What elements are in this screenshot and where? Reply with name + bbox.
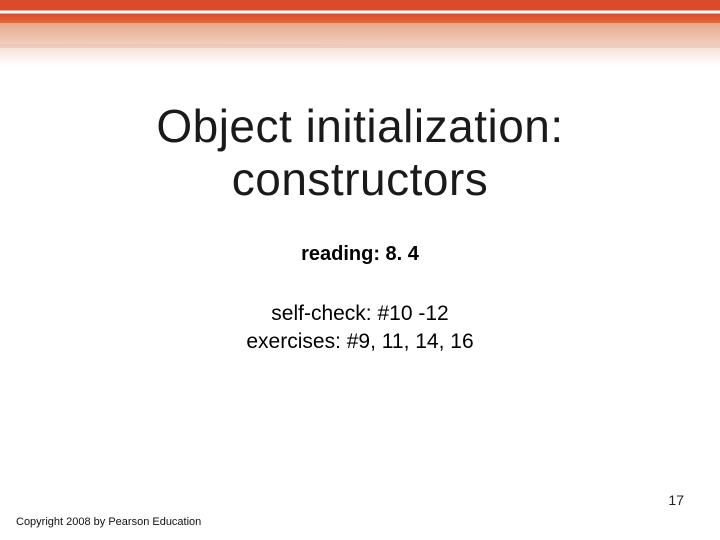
exercises-label: exercises: #9, 11, 14, 16 <box>0 330 720 354</box>
slide-title: Object initialization: constructors <box>0 100 720 206</box>
copyright-text: Copyright 2008 by Pearson Education <box>16 516 201 528</box>
decorative-top-border <box>0 0 720 48</box>
slide: Object initialization: constructors read… <box>0 0 720 540</box>
selfcheck-label: self-check: #10 -12 <box>0 302 720 326</box>
title-line-1: Object initialization: <box>0 100 720 153</box>
title-line-2: constructors <box>0 153 720 206</box>
reading-label: reading: 8. 4 <box>0 243 720 266</box>
page-number: 17 <box>668 492 684 508</box>
